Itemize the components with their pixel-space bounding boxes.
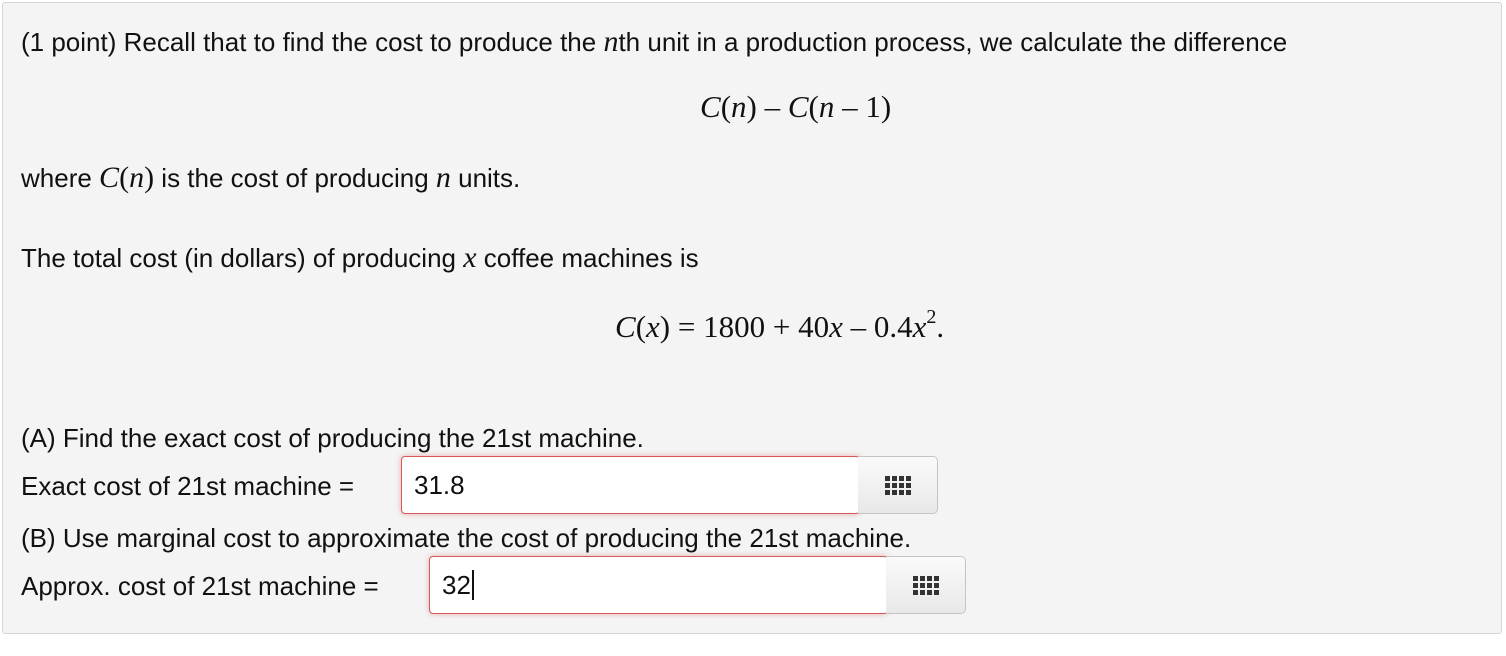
cost-formula-mid: ) = 1800 + 40 — [659, 309, 830, 344]
intro-prefix: (1 point) Recall that to find the cost t… — [21, 27, 604, 57]
equation-palette-button-b[interactable] — [886, 556, 966, 614]
formula-tail: – 1) — [834, 89, 892, 124]
intro-suffix: th unit in a production process, we calc… — [618, 27, 1288, 57]
difference-formula: C(n) – C(n – 1) — [700, 89, 891, 125]
cost-formula-minus: – 0.4 — [842, 309, 913, 344]
where-n-variable: n — [435, 161, 451, 194]
intro-n-variable: n — [603, 25, 619, 58]
where-open: ( — [119, 161, 130, 194]
where-n: n — [129, 161, 145, 194]
formula-c-1: C — [700, 89, 721, 124]
cost-formula-x1: x — [646, 309, 660, 344]
part-a-prompt: (A) Find the exact cost of producing the… — [21, 423, 644, 453]
keypad-grid-icon — [884, 475, 911, 495]
approx-cost-input[interactable]: 32 — [429, 556, 888, 614]
total-cost-x-variable: x — [463, 241, 477, 274]
part-b-label: Approx. cost of 21st machine = — [21, 571, 379, 601]
where-close: ) — [144, 161, 155, 194]
exact-cost-input[interactable]: 31.8 — [401, 456, 860, 514]
part-a-label: Exact cost of 21st machine = — [21, 471, 355, 501]
formula-n-2: n — [818, 89, 835, 124]
cost-formula: C(x) = 1800 + 40x – 0.4x2. — [615, 306, 945, 345]
total-cost-prefix: The total cost (in dollars) of producing — [21, 243, 464, 273]
problem-panel: (1 point) Recall that to find the cost t… — [2, 2, 1502, 634]
text-cursor — [471, 570, 474, 600]
cost-formula-x2: x — [829, 309, 843, 344]
where-c: C — [99, 161, 120, 194]
cost-formula-open: ( — [635, 309, 647, 344]
cost-formula-c: C — [615, 309, 636, 344]
formula-c-2: C — [787, 89, 809, 124]
formula-open-1: ( — [720, 89, 732, 124]
part-b-prompt: (B) Use marginal cost to approximate the… — [21, 523, 912, 553]
approx-cost-value: 32 — [442, 570, 471, 600]
formula-minus: ) – — [746, 89, 788, 124]
where-middle: is the cost of producing — [154, 163, 436, 193]
exact-cost-value: 31.8 — [414, 470, 465, 500]
equation-palette-button-a[interactable] — [858, 456, 938, 514]
formula-open-2: ( — [808, 89, 819, 124]
where-suffix: units. — [450, 163, 521, 193]
cost-formula-x3: x — [912, 309, 927, 344]
keypad-grid-icon — [912, 575, 939, 595]
total-cost-suffix: coffee machines is — [476, 243, 699, 273]
total-cost-text: The total cost (in dollars) of producing… — [21, 241, 699, 274]
where-prefix: where — [21, 163, 100, 193]
intro-text: (1 point) Recall that to find the cost t… — [21, 25, 1288, 58]
cost-formula-period: . — [936, 309, 945, 344]
formula-n-1: n — [731, 89, 747, 124]
where-text: where C(n) is the cost of producing n un… — [21, 161, 521, 194]
cost-formula-exponent: 2 — [926, 306, 937, 328]
